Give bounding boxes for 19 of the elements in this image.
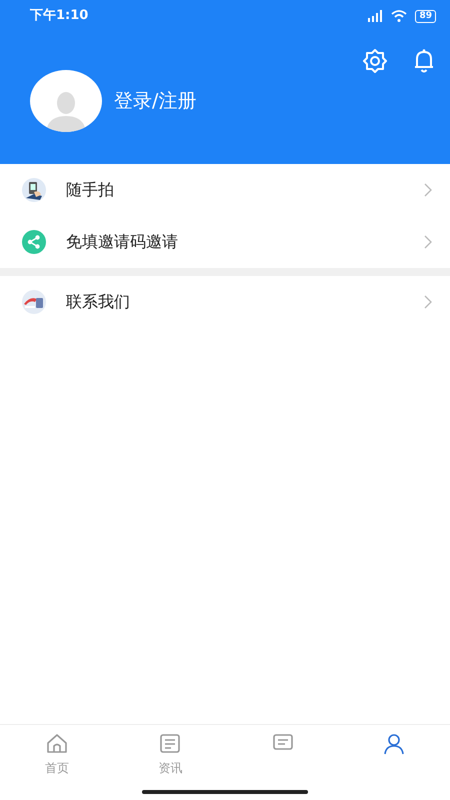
phone-handset-icon	[22, 290, 46, 314]
settings-icon[interactable]	[362, 48, 388, 74]
share-icon	[22, 230, 46, 254]
document-icon	[159, 733, 182, 755]
chevron-right-icon	[424, 235, 432, 249]
menu-item[interactable]: 随手拍	[0, 164, 450, 216]
notification-bell-icon[interactable]	[412, 48, 436, 74]
profile-icon	[383, 733, 406, 755]
menu-item[interactable]: 免填邀请码邀请	[0, 216, 450, 268]
phone-hand-icon	[22, 178, 46, 202]
status-time: 下午1:10	[30, 7, 88, 26]
login-register-link[interactable]: 登录/注册	[114, 86, 196, 116]
home-icon	[46, 733, 68, 755]
chevron-right-icon	[424, 295, 432, 309]
menu-item[interactable]: 联系我们	[0, 276, 450, 328]
signal-icon	[367, 10, 384, 22]
wifi-icon	[391, 10, 408, 22]
chevron-right-icon	[424, 183, 432, 197]
battery-indicator: 89	[415, 10, 436, 22]
